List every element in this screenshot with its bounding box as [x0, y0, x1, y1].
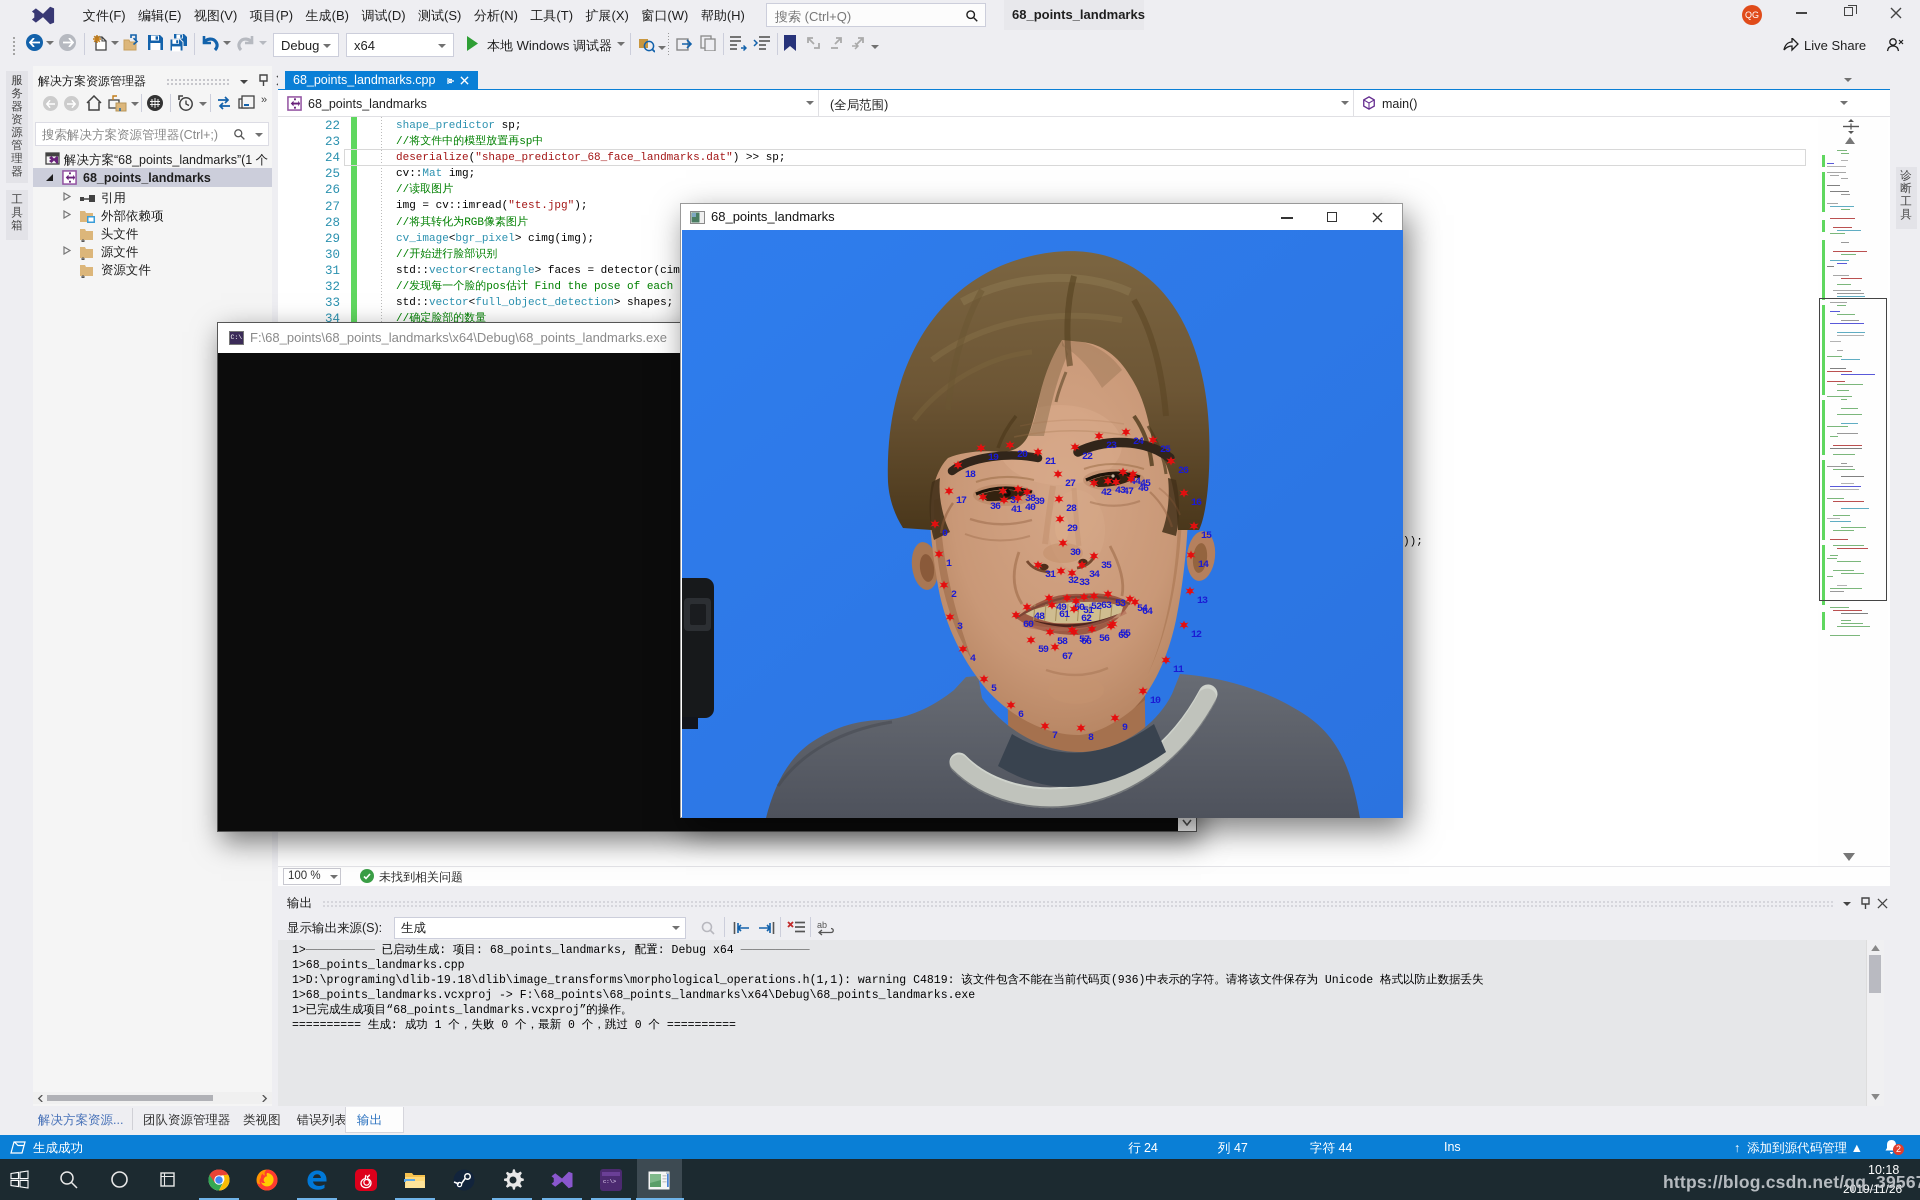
- svg-text:66: 66: [1081, 637, 1092, 648]
- svg-text:30: 30: [1070, 548, 1081, 559]
- svg-text:41: 41: [1011, 505, 1022, 516]
- svg-text:29: 29: [1067, 524, 1078, 535]
- svg-text:22: 22: [1082, 452, 1093, 463]
- svg-text:67: 67: [1062, 652, 1073, 663]
- svg-text:17: 17: [956, 496, 967, 507]
- svg-text:19: 19: [988, 453, 999, 464]
- svg-text:31: 31: [1045, 570, 1056, 581]
- svg-text:65: 65: [1118, 631, 1129, 642]
- svg-text:18: 18: [965, 470, 976, 481]
- svg-text:23: 23: [1106, 441, 1117, 452]
- svg-text:21: 21: [1045, 457, 1056, 468]
- svg-text:28: 28: [1066, 504, 1077, 515]
- svg-text:62: 62: [1081, 614, 1092, 625]
- svg-text:39: 39: [1034, 497, 1045, 508]
- svg-text:24: 24: [1133, 437, 1144, 448]
- svg-text:32: 32: [1068, 576, 1079, 587]
- svg-text:36: 36: [990, 502, 1001, 513]
- svg-text:27: 27: [1065, 479, 1076, 490]
- svg-text:59: 59: [1038, 645, 1049, 656]
- svg-text:14: 14: [1198, 560, 1209, 571]
- svg-text:47: 47: [1123, 487, 1134, 498]
- svg-text:c:\>: c:\>: [603, 1178, 616, 1185]
- svg-text:ab: ab: [817, 920, 827, 930]
- svg-text:26: 26: [1178, 466, 1189, 477]
- svg-text:12: 12: [1191, 630, 1202, 641]
- svg-text:64: 64: [1142, 607, 1153, 618]
- svg-text:25: 25: [1160, 445, 1171, 456]
- svg-text:15: 15: [1201, 531, 1212, 542]
- svg-text:46: 46: [1138, 484, 1149, 495]
- svg-text:58: 58: [1057, 637, 1068, 648]
- svg-text:53: 53: [1115, 599, 1126, 610]
- svg-text:16: 16: [1191, 498, 1202, 509]
- svg-text:35: 35: [1101, 561, 1112, 572]
- svg-text:13: 13: [1197, 596, 1208, 607]
- svg-text:42: 42: [1101, 488, 1112, 499]
- svg-text:48: 48: [1034, 612, 1045, 623]
- svg-text:11: 11: [1173, 665, 1184, 676]
- svg-text:63: 63: [1101, 601, 1112, 612]
- svg-text:60: 60: [1023, 620, 1034, 631]
- svg-text:34: 34: [1089, 570, 1100, 581]
- svg-text:40: 40: [1025, 503, 1036, 514]
- svg-text:10: 10: [1150, 696, 1161, 707]
- svg-text:61: 61: [1059, 610, 1070, 621]
- svg-text:20: 20: [1017, 450, 1028, 461]
- svg-text:56: 56: [1099, 634, 1110, 645]
